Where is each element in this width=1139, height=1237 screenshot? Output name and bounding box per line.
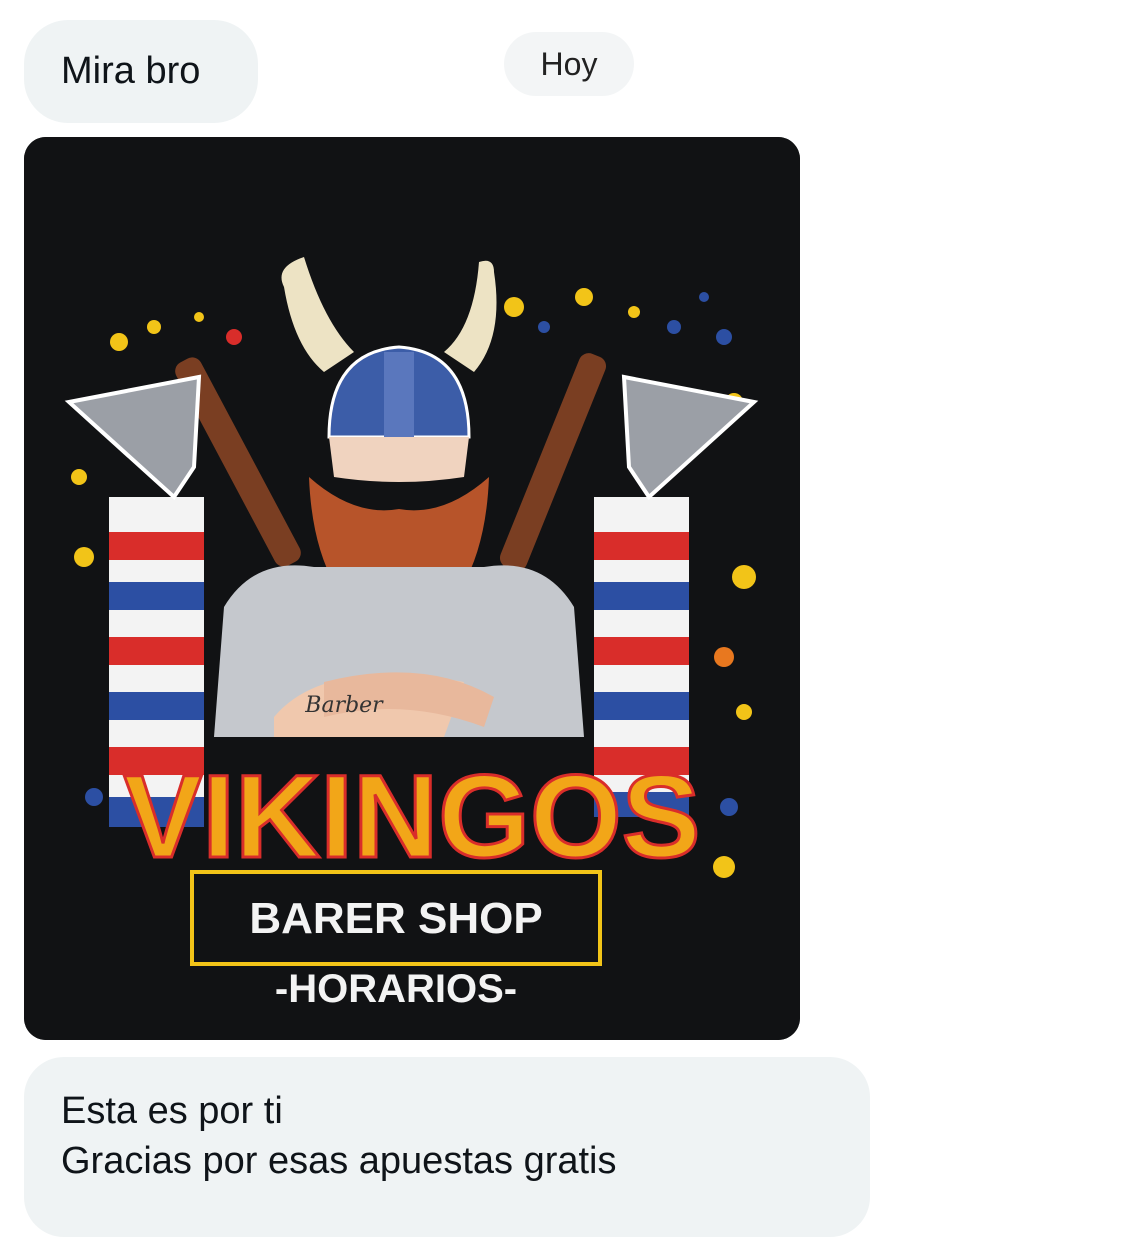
viking-barber-logo: VIKINGOS BARER SHOP -HORARIOS- Barber (24, 137, 800, 1040)
message-line-2: Gracias por esas apuestas gratis (61, 1140, 617, 1182)
logo-subtitle-text: -HORARIOS- (275, 967, 517, 1011)
message-text: Mira bro (61, 50, 201, 92)
message-line-1: Esta es por ti (61, 1090, 283, 1132)
message-bubble-thanks[interactable]: Esta es por ti Gracias por esas apuestas… (24, 1057, 870, 1237)
message-bubble-mira-bro[interactable]: Mira bro (24, 20, 258, 123)
logo-brand-text: VIKINGOS (124, 751, 701, 883)
day-separator: Hoy (504, 32, 634, 96)
image-attachment[interactable]: VIKINGOS BARER SHOP -HORARIOS- Barber (24, 137, 800, 1040)
logo-banner-text: BARER SHOP (249, 894, 542, 943)
tattoo-text: Barber (304, 693, 384, 718)
